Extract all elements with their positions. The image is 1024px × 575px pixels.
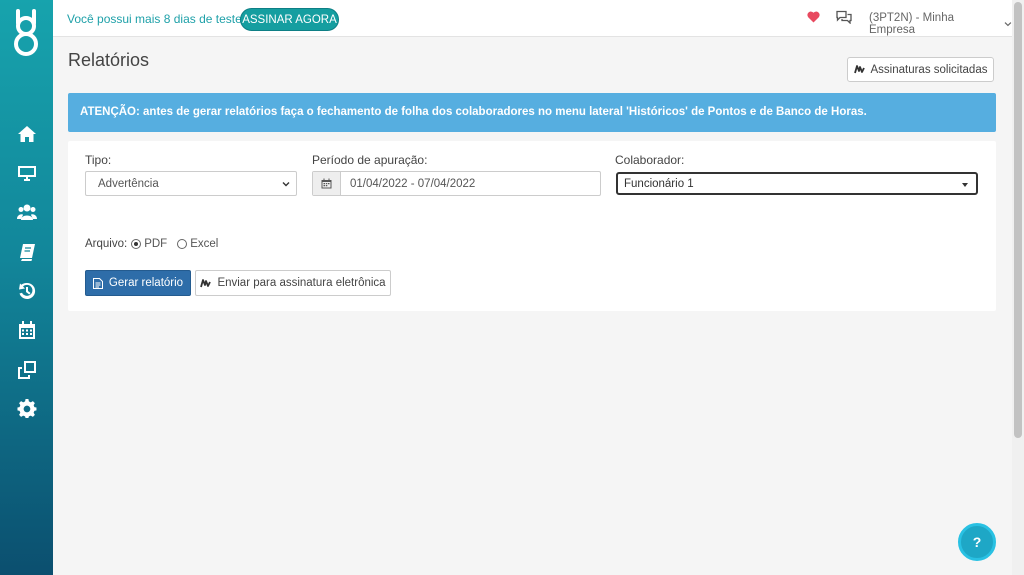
book-icon (20, 244, 35, 261)
signature-icon (200, 278, 212, 287)
monitor-icon (18, 166, 36, 181)
report-form-panel: Tipo: Advertência Período de apuração: 0… (68, 141, 996, 311)
calendar-addon[interactable] (313, 172, 341, 195)
signatures-requested-button[interactable]: Assinaturas solicitadas (847, 57, 994, 82)
calendar-icon (19, 321, 35, 339)
scrollbar-thumb[interactable] (1014, 2, 1022, 438)
home-icon (18, 126, 36, 142)
warning-alert: ATENÇÃO: antes de gerar relatórios faça … (68, 93, 996, 132)
generate-report-button[interactable]: Gerar relatório (85, 270, 191, 296)
period-date-input[interactable]: 01/04/2022 - 07/04/2022 (341, 172, 600, 195)
chevron-down-icon (1004, 22, 1012, 27)
send-for-signature-label: Enviar para assinatura eletrônica (217, 277, 386, 289)
radio-excel[interactable] (177, 239, 188, 249)
sidebar (0, 0, 53, 575)
radio-excel-label[interactable]: Excel (190, 238, 218, 250)
file-text-icon (92, 277, 103, 289)
calendar-icon (321, 178, 332, 189)
signature-icon (853, 65, 865, 74)
app-logo[interactable] (12, 9, 40, 57)
nav-users[interactable] (15, 200, 39, 224)
company-dropdown[interactable]: (3PT2N) - Minha Empresa (869, 12, 1012, 36)
file-label: Arquivo: (85, 238, 128, 250)
nav-calendar[interactable] (15, 318, 39, 342)
signatures-requested-label: Assinaturas solicitadas (870, 63, 988, 76)
file-format-group: Arquivo: PDF Excel (85, 238, 224, 250)
help-button[interactable]: ? (958, 523, 996, 561)
radio-pdf-label[interactable]: PDF (144, 238, 167, 250)
type-select[interactable]: Advertência (85, 171, 297, 196)
question-icon: ? (972, 534, 982, 550)
trial-notice: Você possui mais 8 dias de teste (67, 12, 242, 26)
chevron-down-icon (282, 182, 290, 187)
chat-icon[interactable] (836, 10, 852, 24)
collaborator-select-value: Funcionário 1 (624, 177, 694, 190)
gear-icon (17, 399, 37, 418)
clone-icon (18, 361, 36, 379)
page-title: Relatórios (68, 50, 150, 70)
nav-clone[interactable] (15, 358, 39, 382)
period-label: Período de apuração: (312, 153, 428, 167)
nav-book[interactable] (15, 240, 39, 264)
heart-icon[interactable] (807, 11, 820, 23)
users-icon (17, 204, 37, 220)
type-select-value: Advertência (98, 177, 159, 190)
nav-home[interactable] (15, 122, 39, 146)
topbar: Você possui mais 8 dias de teste ASSINAR… (53, 0, 1012, 37)
nav-settings[interactable] (15, 397, 39, 421)
subscribe-button[interactable]: ASSINAR AGORA (240, 8, 339, 31)
history-icon (19, 282, 36, 299)
caret-down-icon (962, 183, 968, 187)
type-label: Tipo: (85, 153, 112, 167)
radio-pdf[interactable] (131, 239, 142, 249)
period-date-range: 01/04/2022 - 07/04/2022 (312, 171, 601, 196)
generate-report-label: Gerar relatório (108, 277, 184, 289)
collaborator-select[interactable]: Funcionário 1 (616, 172, 978, 195)
nav-history[interactable] (15, 279, 39, 303)
vertical-scrollbar[interactable] (1012, 0, 1024, 575)
send-for-signature-button[interactable]: Enviar para assinatura eletrônica (195, 270, 391, 296)
collaborator-label: Colaborador: (615, 153, 685, 167)
company-label: (3PT2N) - Minha Empresa (869, 12, 954, 36)
nav-monitor[interactable] (15, 161, 39, 185)
